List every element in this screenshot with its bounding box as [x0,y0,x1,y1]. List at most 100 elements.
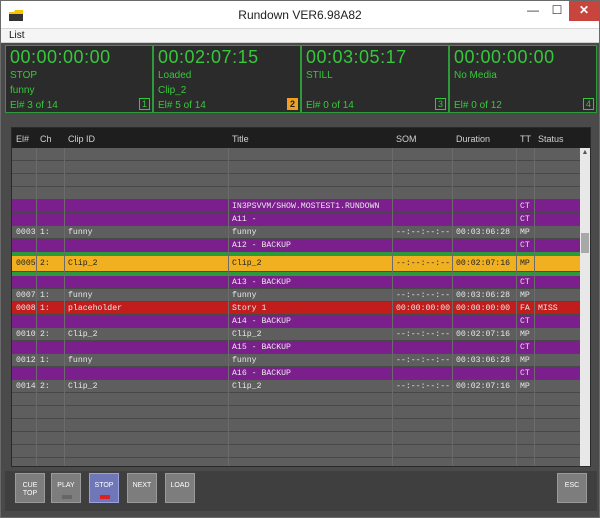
cell-tt: CT [520,202,530,211]
timer-status: No Media [454,70,497,81]
cell-duration: 00:03:06:28 [456,356,511,365]
channel-number: 3 [435,98,446,110]
cell-ch: 2: [40,259,50,268]
title-bar[interactable]: Rundown VER6.98A82 — ☐ ✕ [1,1,599,29]
table-row[interactable] [12,406,580,419]
table-row[interactable] [12,393,580,406]
rundown-window: Rundown VER6.98A82 — ☐ ✕ List 00:00:00:0… [0,0,600,518]
cell-el: 0012 [16,356,36,365]
column-header-status[interactable]: Status [538,134,564,144]
cell-ch: 2: [40,330,50,339]
timer-element: El# 5 of 14 [158,100,206,111]
column-header-ch[interactable]: Ch [40,134,52,144]
stop-button[interactable]: STOP [89,473,119,503]
scroll-thumb[interactable] [581,233,589,253]
cue-top-label: CUE TOP [22,482,38,497]
table-row[interactable] [12,174,580,187]
column-header-el[interactable]: El# [16,134,29,144]
next-button[interactable]: NEXT [127,473,157,503]
table-row[interactable]: A13 - BACKUP CT [12,276,580,289]
column-divider [228,148,229,466]
cell-tt: CT [520,317,530,326]
menu-bar: List [1,29,599,43]
column-header-tt[interactable]: TT [520,134,531,144]
maximize-button[interactable]: ☐ [545,1,569,21]
channel-number: 2 [287,98,298,110]
table-row[interactable] [12,161,580,174]
table-row[interactable] [12,148,580,161]
table-row[interactable]: 0012 1: funny funny --:--:--:-- 00:03:06:28 MP [12,354,580,367]
cell-clip: funny [68,291,93,300]
timer-channel-2[interactable]: 00:02:07:15 Loaded Clip_2 El# 5 of 14 2 [153,45,301,113]
stop-indicator [100,495,110,499]
cell-title: A12 - BACKUP [232,241,291,250]
timer-clip: Clip_2 [158,85,187,96]
cell-el: 0007 [16,291,36,300]
cell-tt: CT [520,215,530,224]
timecode: 00:02:07:15 [158,47,259,67]
cell-tt: MP [520,228,530,237]
table-row[interactable]: 0014 2: Clip_2 Clip_2 --:--:--:-- 00:02:07:16… [12,380,580,393]
cell-ch: 1: [40,228,50,237]
table-row[interactable]: 0005 2: Clip_2 Clip_2 --:--:--:-- 00:02:07:16… [12,256,580,272]
table-row[interactable]: A14 - BACKUP CT [12,315,580,328]
cell-duration: 00:02:07:16 [456,382,511,391]
table-row[interactable]: 0008 1: placeholder Story 1 00:00:00:00 00:00… [12,302,580,315]
close-button[interactable]: ✕ [569,1,599,21]
timer-element: El# 3 of 14 [10,100,58,111]
table-row[interactable]: A12 - BACKUP CT [12,239,580,252]
scroll-up-icon[interactable]: ▲ [580,148,590,158]
cue-top-button[interactable]: CUE TOP [15,473,45,503]
esc-button[interactable]: ESC [557,473,587,503]
cell-duration: 00:02:07:16 [456,259,511,268]
column-header-clip-id[interactable]: Clip ID [68,134,95,144]
table-row[interactable]: 0010 2: Clip_2 Clip_2 --:--:--:-- 00:02:07:16… [12,328,580,341]
timer-channel-4[interactable]: 00:00:00:00 No Media El# 0 of 12 4 [449,45,597,113]
cell-tt: CT [520,241,530,250]
table-row[interactable]: 0003 1: funny funny --:--:--:-- 00:03:06:28 MP [12,226,580,239]
table-row[interactable]: A16 - BACKUP CT [12,367,580,380]
cell-el: 0003 [16,228,36,237]
column-divider [64,148,65,466]
table-row[interactable]: 0007 1: funny funny --:--:--:-- 00:03:06:28 MP [12,289,580,302]
cell-som: --:--:--:-- [396,228,451,237]
load-button[interactable]: LOAD [165,473,195,503]
cell-tt: CT [520,343,530,352]
table-row[interactable] [12,445,580,458]
column-header-duration[interactable]: Duration [456,134,490,144]
play-button[interactable]: PLAY [51,473,81,503]
table-row[interactable]: IN3PSVVM/SHOW.MOSTEST1.RUNDOWN CT [12,200,580,213]
cell-clip: Clip_2 [68,259,98,268]
table-row[interactable]: A15 - BACKUP CT [12,341,580,354]
table-row[interactable] [12,458,580,466]
cell-tt: MP [520,356,530,365]
column-header-som[interactable]: SOM [396,134,417,144]
table-row[interactable] [12,419,580,432]
minimize-button[interactable]: — [521,1,545,21]
cell-clip: funny [68,356,93,365]
menu-list[interactable]: List [9,29,25,43]
cell-duration: 00:02:07:16 [456,330,511,339]
timer-channel-3[interactable]: 00:03:05:17 STILL El# 0 of 14 3 [301,45,449,113]
table-row[interactable] [12,432,580,445]
cell-title: A14 - BACKUP [232,317,291,326]
cell-tt: MP [520,330,530,339]
transport-toolbar: CUE TOP PLAY STOP NEXT LOAD ESC [5,471,597,511]
esc-label: ESC [564,482,580,489]
cell-ch: 1: [40,291,50,300]
cell-title: funny [232,291,257,300]
timer-channel-1[interactable]: 00:00:00:00 STOP funny El# 3 of 14 1 [5,45,153,113]
cell-ch: 1: [40,304,50,313]
timer-status: Loaded [158,70,192,81]
timer-element: El# 0 of 12 [454,100,502,111]
table-row[interactable] [12,187,580,200]
grid-header: El# Ch Clip ID Title SOM Duration TT Sta… [12,128,590,148]
column-divider [516,148,517,466]
column-header-title[interactable]: Title [232,134,249,144]
table-row[interactable]: A11 - CT [12,213,580,226]
cell-som: --:--:--:-- [396,291,451,300]
vertical-scrollbar[interactable]: ▲ [580,148,590,466]
cell-tt: CT [520,278,530,287]
cell-duration: 00:00:00:00 [456,304,511,313]
timer-element: El# 0 of 14 [306,100,354,111]
